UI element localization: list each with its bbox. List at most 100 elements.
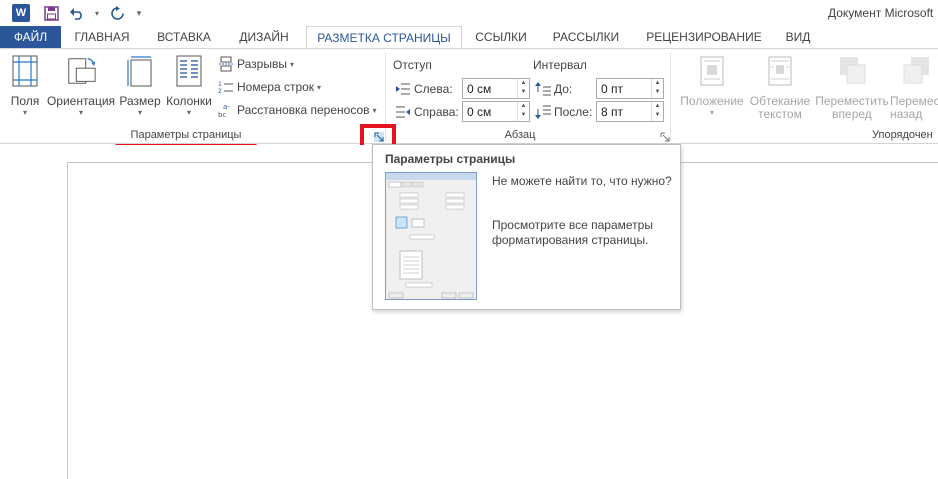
spacing-before-spinner[interactable]: ▲ ▼ — [651, 79, 663, 98]
send-backward-icon — [900, 53, 932, 89]
line-numbers-icon: 12 — [218, 81, 233, 95]
breaks-button[interactable]: Разрывы ▾ — [218, 54, 294, 74]
ribbon: Поля ▾ Ориентация ▾ Размер ▾ Колонки ▾ Р… — [0, 48, 938, 144]
tab-review[interactable]: РЕЦЕНЗИРОВАНИЕ — [640, 26, 768, 49]
group-divider — [670, 53, 671, 141]
undo-dropdown[interactable]: ▾ — [90, 4, 104, 22]
orientation-label: Ориентация — [46, 94, 116, 108]
margins-label: Поля — [10, 94, 40, 108]
hyphenation-label: Расстановка переносов — [237, 103, 370, 117]
orientation-button[interactable]: Ориентация ▾ — [46, 53, 116, 117]
save-icon — [43, 5, 59, 21]
spin-up-icon[interactable]: ▲ — [652, 102, 663, 111]
margins-icon — [9, 53, 41, 89]
paragraph-group-label: Абзац — [504, 129, 536, 141]
page-setup-tooltip: Параметры страницы Не можете найти то, ч… — [372, 144, 681, 310]
indent-header: Отступ — [393, 58, 432, 72]
spacing-before-input[interactable]: 0 пт ▲ ▼ — [596, 78, 664, 99]
chevron-down-icon: ▾ — [709, 108, 714, 117]
hyphenation-button[interactable]: a-bc Расстановка переносов ▾ — [218, 100, 377, 120]
customize-toolbar-button[interactable]: ▾ — [130, 4, 148, 22]
bring-forward-button[interactable]: Переместить вперед — [814, 53, 890, 121]
tooltip-question: Не можете найти то, что нужно? — [492, 174, 672, 188]
columns-button[interactable]: Колонки ▾ — [164, 53, 214, 117]
paragraph-dialog-launcher-icon[interactable] — [660, 132, 670, 142]
spacing-after-label: После: — [554, 105, 593, 119]
indent-left-spinner[interactable]: ▲ ▼ — [517, 79, 529, 98]
tab-insert[interactable]: ВСТАВКА — [146, 26, 222, 49]
indent-right-spinner[interactable]: ▲ ▼ — [517, 102, 529, 121]
spin-up-icon[interactable]: ▲ — [652, 79, 663, 88]
svg-text:bc: bc — [218, 111, 226, 118]
tab-view[interactable]: ВИД — [776, 26, 820, 49]
orientation-icon — [65, 53, 97, 89]
breaks-icon — [219, 56, 233, 72]
columns-label: Колонки — [166, 94, 212, 108]
tab-mailings[interactable]: РАССЫЛКИ — [544, 26, 628, 49]
chevron-down-icon: ▾ — [22, 108, 27, 117]
spin-down-icon[interactable]: ▼ — [518, 111, 529, 120]
svg-text:a-: a- — [223, 103, 230, 111]
spin-down-icon[interactable]: ▼ — [652, 111, 663, 120]
page-setup-group-label: Параметры страницы — [130, 129, 242, 141]
tooltip-title: Параметры страницы — [385, 152, 516, 166]
spacing-after-input[interactable]: 8 пт ▲ ▼ — [596, 101, 664, 122]
position-label: Положение — [680, 94, 744, 108]
margins-button[interactable]: Поля ▾ — [6, 53, 44, 117]
spin-up-icon[interactable]: ▲ — [518, 102, 529, 111]
indent-left-icon — [396, 83, 410, 95]
spacing-after-spinner[interactable]: ▲ ▼ — [651, 102, 663, 121]
save-button[interactable] — [38, 4, 64, 22]
line-numbers-label: Номера строк — [237, 80, 315, 94]
tooltip-description: Просмотрите все параметры форматирования… — [492, 218, 653, 247]
chevron-down-icon: ▾ — [289, 59, 294, 69]
position-icon — [696, 53, 728, 89]
chevron-down-icon: ▾ — [137, 108, 142, 117]
spin-down-icon[interactable]: ▼ — [518, 88, 529, 97]
undo-icon — [70, 8, 82, 20]
spacing-before-label: До: — [554, 82, 573, 96]
tab-page-layout[interactable]: РАЗМЕТКА СТРАНИЦЫ — [306, 26, 462, 50]
chevron-down-icon: ▾ — [372, 105, 377, 115]
bring-forward-icon — [836, 53, 868, 89]
indent-left-row: Слева: — [395, 78, 453, 100]
send-backward-button[interactable]: Переместназад — [886, 53, 938, 121]
word-icon: W — [12, 4, 30, 22]
window-title: Документ Microsoft — [828, 6, 934, 20]
spin-down-icon[interactable]: ▼ — [652, 88, 663, 97]
indent-right-value: 0 см — [467, 105, 492, 119]
size-label: Размер — [119, 94, 161, 108]
customize-icon: ▾ — [136, 7, 142, 18]
spacing-after-value: 8 пт — [601, 105, 624, 119]
word-app-button[interactable]: W — [10, 4, 32, 22]
indent-right-input[interactable]: 0 см ▲ ▼ — [462, 101, 530, 122]
hyphenation-icon: a-bc — [218, 103, 230, 118]
tab-home[interactable]: ГЛАВНАЯ — [66, 26, 138, 49]
indent-right-row: Справа: — [395, 101, 459, 123]
indent-right-icon — [396, 106, 410, 118]
spacing-after-icon — [535, 105, 551, 119]
indent-left-input[interactable]: 0 см ▲ ▼ — [462, 78, 530, 99]
spacing-before-icon — [535, 82, 551, 96]
wrap-text-icon — [764, 53, 796, 89]
line-numbers-button[interactable]: 12 Номера строк ▾ — [218, 77, 321, 97]
breaks-label: Разрывы — [237, 57, 287, 71]
redo-button[interactable] — [104, 4, 130, 22]
spacing-header: Интервал — [533, 58, 587, 72]
tab-file[interactable]: ФАЙЛ — [0, 26, 61, 49]
spacing-before-row: До: — [535, 78, 572, 100]
size-button[interactable]: Размер ▾ — [118, 53, 162, 117]
spin-up-icon[interactable]: ▲ — [518, 79, 529, 88]
svg-text:1: 1 — [218, 81, 222, 88]
ribbon-tabs: ФАЙЛ ГЛАВНАЯ ВСТАВКА ДИЗАЙН РАЗМЕТКА СТР… — [0, 26, 938, 50]
spacing-after-row: После: — [535, 101, 592, 123]
tab-references[interactable]: ССЫЛКИ — [468, 26, 534, 49]
wrap-text-label: Обтекание текстом — [749, 94, 811, 121]
title-bar: W ▾ ▾ Документ Microsoft — [0, 0, 938, 26]
tab-design[interactable]: ДИЗАЙН — [230, 26, 298, 49]
undo-button[interactable] — [64, 4, 90, 22]
send-backward-label: Переместназад — [890, 94, 938, 121]
wrap-text-button[interactable]: Обтекание текстом — [746, 53, 814, 121]
svg-text:2: 2 — [218, 88, 222, 95]
position-button[interactable]: Положение ▾ — [676, 53, 748, 117]
